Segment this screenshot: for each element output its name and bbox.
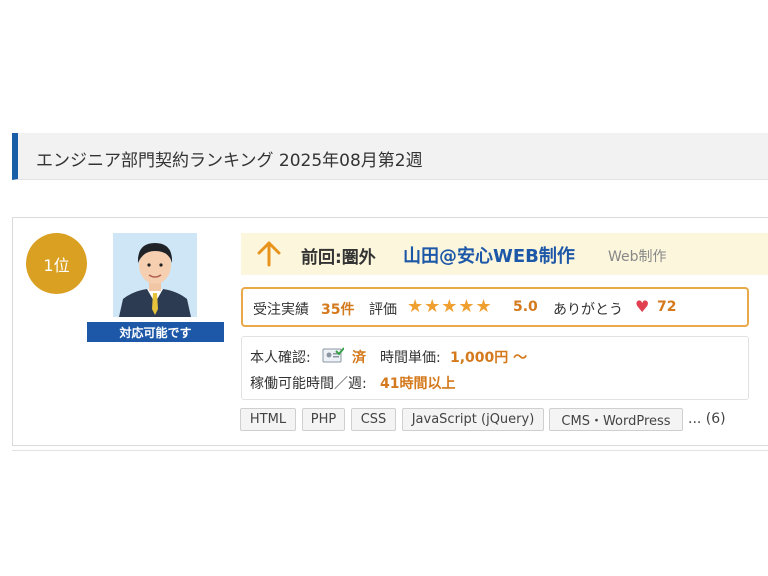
skill-tag[interactable]: PHP [302,408,345,431]
rating-label: 評価 [369,302,397,318]
arrow-up-icon [257,241,281,267]
thanks-value: 72 [657,299,677,315]
rank-change-row: 前回:圏外 山田@安心WEB制作 Web制作 [241,233,768,275]
stats-box: 受注実績 35件 評価 ★★★★★ 5.0 ありがとう ♥ 72 [241,287,749,327]
hours-label: 稼働可能時間／週: [250,376,367,392]
skill-tag[interactable]: HTML [240,408,296,431]
ranking-section-header: エンジニア部門契約ランキング 2025年08月第2週 [12,133,768,180]
orders-label: 受注実績 [253,302,309,318]
avatar[interactable] [113,233,197,317]
availability-badge: 対応可能です [87,322,224,342]
rank-badge: 1位 [26,233,87,294]
more-tags-link[interactable]: ... (6) [688,411,726,427]
skill-tag[interactable]: JavaScript (jQuery) [402,408,544,431]
id-verified-icon [322,347,344,363]
identity-value: 済 [352,350,366,366]
category-label: Web制作 [608,249,667,265]
heart-icon: ♥ [635,297,650,316]
user-name-link[interactable]: 山田@安心WEB制作 [403,242,575,268]
skill-tag[interactable]: CSS [351,408,396,431]
hourly-value: 1,000円 〜 [450,350,528,366]
rating-value: 5.0 [513,299,538,315]
divider [12,450,768,451]
skill-tag[interactable]: CMS・WordPress [549,408,683,431]
hours-value: 41時間以上 [380,376,456,392]
hourly-label: 時間単価: [380,350,441,366]
section-title: エンジニア部門契約ランキング 2025年08月第2週 [36,151,423,171]
identity-label: 本人確認: [250,350,311,366]
star-icon: ★★★★★ [407,296,493,317]
info-box: 本人確認: 済 時間単価: 1,000円 〜 稼働可能時間／週: 41時間以上 [241,336,749,400]
previous-rank: 前回:圏外 [301,248,376,268]
orders-value: 35件 [321,302,355,318]
thanks-label: ありがとう [553,302,623,318]
